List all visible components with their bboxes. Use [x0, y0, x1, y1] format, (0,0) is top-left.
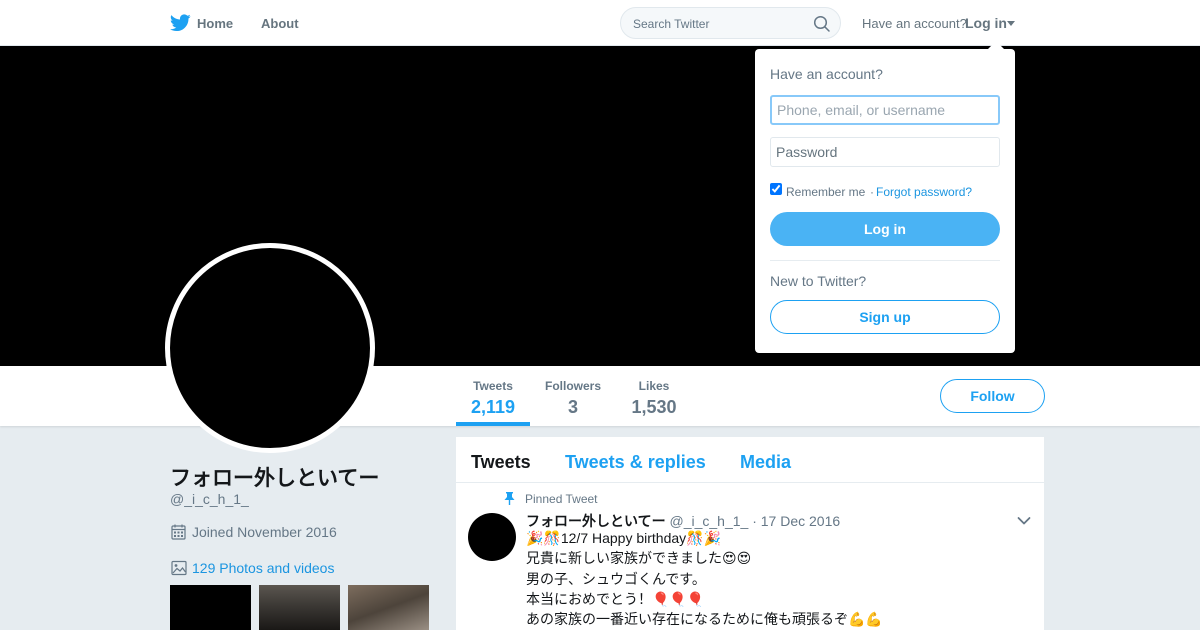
- stat-tweets-value: 2,119: [470, 397, 516, 417]
- photo-icon: [171, 560, 187, 576]
- stat-likes-label: Likes: [638, 379, 670, 393]
- tweet-separator: ·: [752, 513, 757, 529]
- have-account-text: Have an account?: [862, 16, 967, 31]
- nav-about-link[interactable]: About: [261, 16, 299, 31]
- password-field[interactable]: [770, 137, 1000, 167]
- login-button[interactable]: Log in: [770, 212, 1000, 246]
- tweet-author-name[interactable]: フォロー外しといてー: [526, 513, 666, 529]
- stat-likes[interactable]: Likes 1,530: [630, 379, 678, 418]
- remember-me-label[interactable]: Remember me: [786, 185, 865, 199]
- timeline: Tweets Tweets & replies Media Pinned Twe…: [456, 437, 1044, 630]
- login-dropdown: Have an account? Remember me · Forgot pa…: [755, 41, 1015, 353]
- search-box[interactable]: [620, 7, 841, 39]
- stat-tweets-label: Tweets: [473, 379, 513, 393]
- remember-me-checkbox[interactable]: [770, 183, 782, 195]
- tab-tweets-and-replies[interactable]: Tweets & replies: [565, 452, 706, 473]
- tweet-text-line: 本当におめでとう！🎈🎈🎈: [526, 591, 705, 607]
- chevron-down-icon[interactable]: [1017, 516, 1031, 526]
- tweet-date[interactable]: 17 Dec 2016: [761, 513, 840, 529]
- forgot-password-link[interactable]: Forgot password?: [876, 185, 972, 199]
- pinned-tweet-label: Pinned Tweet: [525, 492, 598, 506]
- stat-followers[interactable]: Followers 3: [544, 379, 602, 418]
- media-thumbnail[interactable]: [348, 585, 429, 630]
- search-icon[interactable]: [813, 15, 831, 33]
- pin-icon: [504, 492, 515, 505]
- tweet-text-line: 男の子、シュウゴくんです。: [526, 571, 706, 587]
- profile-name[interactable]: フォロー外しといてー: [170, 462, 379, 492]
- tweet-author-handle[interactable]: @_i_c_h_1_: [669, 513, 748, 529]
- stat-tweets[interactable]: Tweets 2,119: [470, 379, 516, 418]
- caret-down-icon[interactable]: [1007, 21, 1015, 26]
- search-input[interactable]: [633, 15, 813, 32]
- joined-date: Joined November 2016: [192, 524, 337, 540]
- twitter-bird-icon[interactable]: [170, 14, 191, 32]
- dropdown-caret: [987, 41, 1005, 50]
- tab-media[interactable]: Media: [740, 452, 791, 473]
- stat-likes-value: 1,530: [631, 397, 677, 417]
- media-thumbnail[interactable]: [259, 585, 340, 630]
- username-field[interactable]: [770, 95, 1000, 125]
- top-navigation-bar: Home About Have an account? Log in: [0, 0, 1200, 46]
- tweet-text-line: あの家族の一番近い存在になるために俺も頑張るぞ💪💪: [526, 611, 883, 627]
- login-dropdown-toggle[interactable]: Log in: [965, 15, 1007, 31]
- tweet-text-line: 🎉🎊12/7 Happy birthday🎊🎉: [526, 530, 722, 546]
- stat-followers-label: Followers: [544, 379, 601, 393]
- separator-dot: ·: [870, 185, 874, 199]
- profile-avatar[interactable]: [165, 243, 375, 453]
- tab-tweets[interactable]: Tweets: [471, 452, 531, 473]
- profile-handle: @_i_c_h_1_: [170, 491, 249, 507]
- divider: [770, 260, 1000, 261]
- follow-button[interactable]: Follow: [940, 379, 1045, 413]
- media-thumbnail[interactable]: [170, 585, 251, 630]
- tweet-text-line: 兄貴に新しい家族ができました😍😍: [526, 550, 752, 566]
- timeline-tabs: Tweets Tweets & replies Media: [456, 437, 1044, 483]
- active-stat-indicator: [456, 422, 530, 426]
- photos-and-videos-link[interactable]: 129 Photos and videos: [192, 560, 334, 576]
- nav-home-link[interactable]: Home: [197, 16, 233, 31]
- new-to-twitter-text: New to Twitter?: [770, 273, 867, 289]
- stat-followers-value: 3: [567, 397, 578, 417]
- login-dropdown-title: Have an account?: [770, 66, 883, 82]
- signup-button[interactable]: Sign up: [770, 300, 1000, 334]
- calendar-icon: [171, 524, 186, 540]
- tweet-avatar[interactable]: [468, 513, 516, 561]
